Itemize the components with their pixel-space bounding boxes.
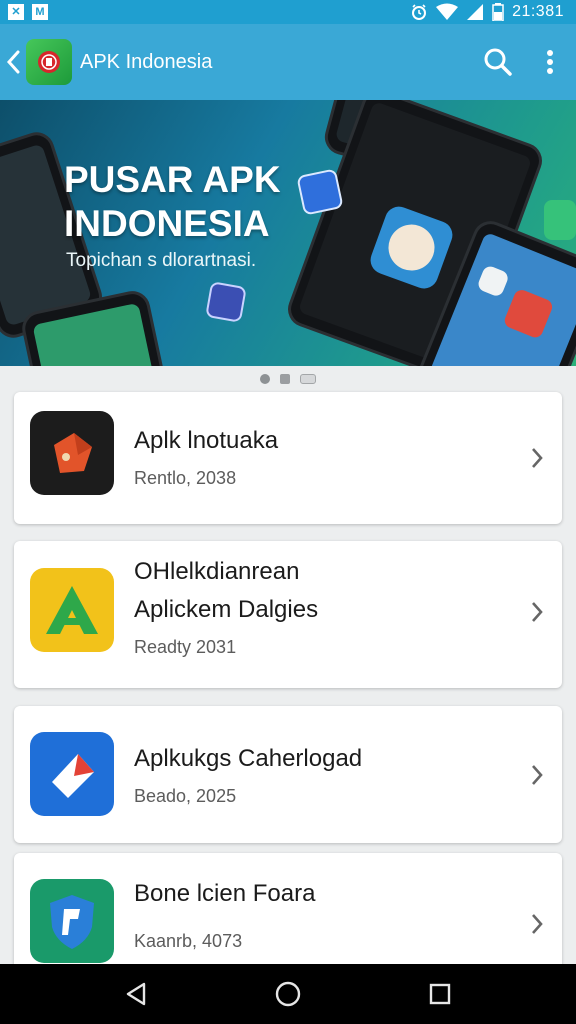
- pager-dot-3[interactable]: [300, 374, 316, 384]
- app-title: Aplk lnotuaka: [134, 427, 279, 454]
- nav-back-button[interactable]: [111, 969, 161, 1019]
- pager-dot-2[interactable]: [280, 374, 290, 384]
- app-title-line2: Aplickem Dalgies: [134, 596, 319, 623]
- back-triangle-icon: [126, 982, 146, 1006]
- letter-a-app-icon: [30, 568, 114, 652]
- recents-square-icon: [429, 983, 451, 1005]
- app-title-line1: OHlelkdianrean: [134, 558, 300, 585]
- banner-title-line2: INDONESIA: [64, 203, 270, 244]
- status-bar: ✕ M 21:381: [0, 0, 576, 24]
- banner-title-line1: PUSAR APK: [64, 159, 281, 200]
- app-subtitle: Kaanrb, 4073: [134, 931, 243, 951]
- signal-icon: [467, 4, 484, 20]
- app-subtitle: Beado, 2025: [134, 786, 237, 806]
- app-logo: [26, 39, 72, 85]
- app-title: Bone lcien Foara: [134, 880, 316, 907]
- chevron-right-icon: [522, 443, 552, 473]
- app-bar: APK Indonesia: [0, 24, 576, 100]
- wifi-icon: [436, 3, 459, 20]
- banner-subtitle: Topichan s dlorartnasi.: [66, 250, 257, 271]
- app-card-3[interactable]: Aplkukgs Caherlogad Beado, 2025: [14, 706, 562, 843]
- chevron-right-icon: [522, 760, 552, 790]
- app-card-1[interactable]: Aplk lnotuaka Rentlo, 2038: [14, 392, 562, 524]
- floating-app-tile-indigo: [205, 281, 247, 323]
- more-options-button[interactable]: [524, 24, 576, 100]
- red-box-app-icon: [30, 411, 114, 495]
- search-icon: [484, 48, 512, 76]
- app-card-2-text: OHlelkdianrean Aplickem Dalgies Readty 2…: [134, 553, 318, 658]
- more-vert-icon: [547, 50, 553, 74]
- status-time: 21:381: [512, 3, 564, 20]
- back-button[interactable]: [2, 24, 24, 100]
- nav-home-button[interactable]: [263, 969, 313, 1019]
- paper-plane-app-icon: [30, 732, 114, 816]
- gmail-icon: M: [32, 4, 48, 20]
- app-card-3-text: Aplkukgs Caherlogad Beado, 2025: [134, 740, 362, 807]
- battery-icon: [492, 3, 504, 21]
- promo-banner[interactable]: PUSAR APK INDONESIA Topichan s dlorartna…: [0, 100, 576, 366]
- app-card-4-text: Bone lcien Foara Kaanrb, 4073: [134, 875, 315, 952]
- status-left-icons: ✕ M: [8, 4, 48, 20]
- apk-logo-icon: [38, 51, 60, 73]
- chevron-right-icon: [522, 909, 552, 939]
- floating-app-tile-blue: [296, 168, 344, 216]
- floating-app-tile-green: [544, 200, 576, 240]
- chevron-right-icon: [522, 597, 552, 627]
- search-button[interactable]: [472, 24, 524, 100]
- app-card-1-text: Aplk lnotuaka Rentlo, 2038: [134, 422, 278, 489]
- home-circle-icon: [275, 981, 301, 1007]
- app-title: Aplkukgs Caherlogad: [134, 745, 363, 772]
- pager-dot-1[interactable]: [260, 374, 270, 384]
- app-title: APK Indonesia: [80, 50, 213, 73]
- banner-title: PUSAR APK INDONESIA: [64, 158, 281, 246]
- shield-app-icon: [30, 879, 114, 963]
- nav-recents-button[interactable]: [415, 969, 465, 1019]
- app-notification-icon: ✕: [8, 4, 24, 20]
- system-nav-bar: [0, 964, 576, 1024]
- app-card-2[interactable]: OHlelkdianrean Aplickem Dalgies Readty 2…: [14, 541, 562, 688]
- back-arrow-icon: [6, 50, 20, 74]
- banner-pager: [0, 372, 576, 386]
- app-subtitle: Readty 2031: [134, 637, 237, 657]
- alarm-icon: [412, 4, 427, 20]
- status-right-icons: 21:381: [410, 3, 564, 21]
- app-subtitle: Rentlo, 2038: [134, 468, 237, 488]
